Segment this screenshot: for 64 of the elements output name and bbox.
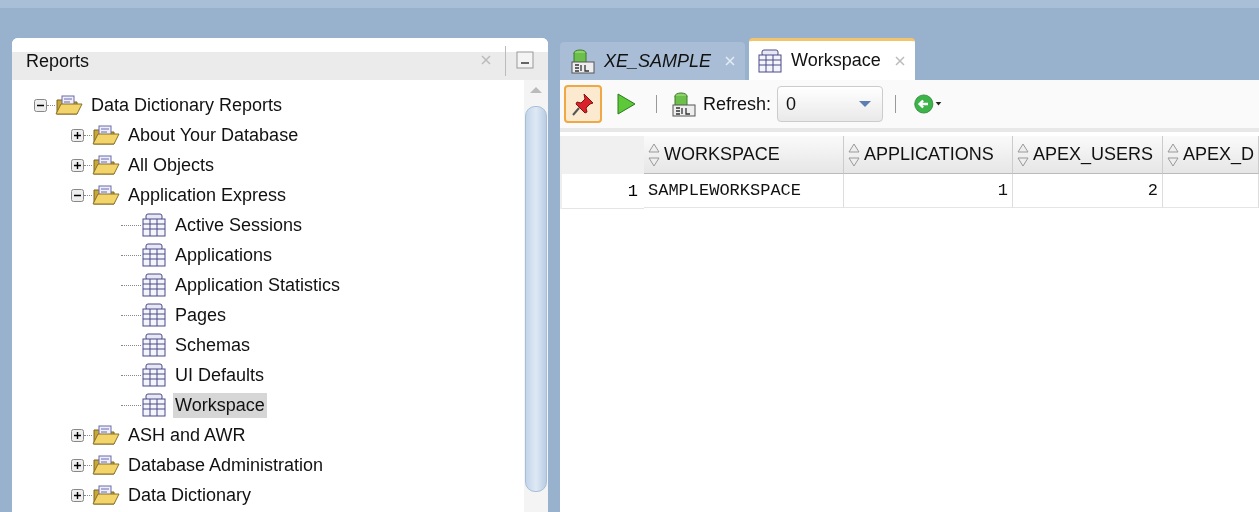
tree-item[interactable]: Data Dictionary	[126, 482, 254, 508]
plus-icon[interactable]	[71, 158, 84, 172]
tree-item[interactable]: Data Dictionary Reports	[89, 92, 285, 118]
panel-title: Reports	[26, 51, 91, 73]
folder-icon	[92, 424, 120, 446]
tree-item[interactable]: Pages	[173, 302, 229, 328]
editor-tab[interactable]: Workspace	[749, 38, 915, 80]
sql-database-icon	[669, 90, 697, 118]
tree-item[interactable]: Database Administration	[126, 452, 326, 478]
refresh-dropdown[interactable]: 0	[777, 86, 884, 122]
report-icon	[141, 392, 167, 418]
caret-icon	[858, 100, 873, 108]
report-icon	[141, 242, 167, 268]
plus-icon[interactable]	[71, 488, 84, 502]
scroll-up-icon[interactable]	[529, 86, 543, 94]
folder-icon	[92, 154, 120, 176]
plus-icon[interactable]	[71, 428, 84, 442]
row-number: 1	[562, 174, 644, 209]
tree-item[interactable]: Schemas	[173, 332, 253, 358]
tree-item[interactable]: All Objects	[126, 152, 217, 178]
folder-icon	[92, 184, 120, 206]
pin-button[interactable]	[564, 85, 602, 123]
play-icon	[614, 91, 638, 117]
pin-icon	[570, 91, 596, 117]
column-header[interactable]: APEX_D	[1163, 136, 1259, 174]
folder-icon	[92, 484, 120, 506]
folder-icon	[55, 94, 83, 116]
tree-item[interactable]: Active Sessions	[173, 212, 305, 238]
tree-item[interactable]: Workspace	[173, 392, 267, 418]
tree-item[interactable]: UI Defaults	[173, 362, 267, 388]
sort-icon[interactable]	[848, 142, 860, 167]
report-icon	[141, 332, 167, 358]
table-cell: 2	[1013, 174, 1163, 208]
column-header[interactable]: WORKSPACE	[644, 136, 844, 174]
scrollbar[interactable]	[524, 80, 548, 512]
report-icon	[141, 272, 167, 298]
plus-icon[interactable]	[71, 458, 84, 472]
report-icon	[141, 302, 167, 328]
sql-database-icon	[568, 47, 596, 75]
tree-item[interactable]: Application Statistics	[173, 272, 343, 298]
tree-item[interactable]: About Your Database	[126, 122, 301, 148]
close-icon[interactable]	[894, 55, 905, 66]
sort-icon[interactable]	[1017, 142, 1029, 167]
tree-item[interactable]: Applications	[173, 242, 275, 268]
table-cell: 1	[844, 174, 1013, 208]
report-icon	[141, 212, 167, 238]
tree-item[interactable]: ASH and AWR	[126, 422, 248, 448]
sort-icon[interactable]	[1167, 142, 1179, 167]
plus-icon[interactable]	[71, 128, 84, 142]
report-icon	[141, 362, 167, 388]
scroll-thumb[interactable]	[525, 106, 547, 492]
tree-item[interactable]: Application Express	[126, 182, 289, 208]
column-header[interactable]: APPLICATIONS	[844, 136, 1013, 174]
table-cell: SAMPLEWORKSPACE	[644, 174, 844, 208]
report-icon	[757, 47, 784, 74]
back-arrow-icon	[914, 91, 943, 117]
minus-icon[interactable]	[71, 188, 84, 202]
sort-icon[interactable]	[648, 142, 660, 167]
folder-icon	[92, 124, 120, 146]
refresh-label: Refresh:	[703, 93, 772, 115]
editor-tab[interactable]: XE_SAMPLE	[560, 42, 746, 80]
folder-icon	[92, 454, 120, 476]
column-header[interactable]: APEX_USERS	[1013, 136, 1163, 174]
minus-icon[interactable]	[34, 98, 47, 112]
